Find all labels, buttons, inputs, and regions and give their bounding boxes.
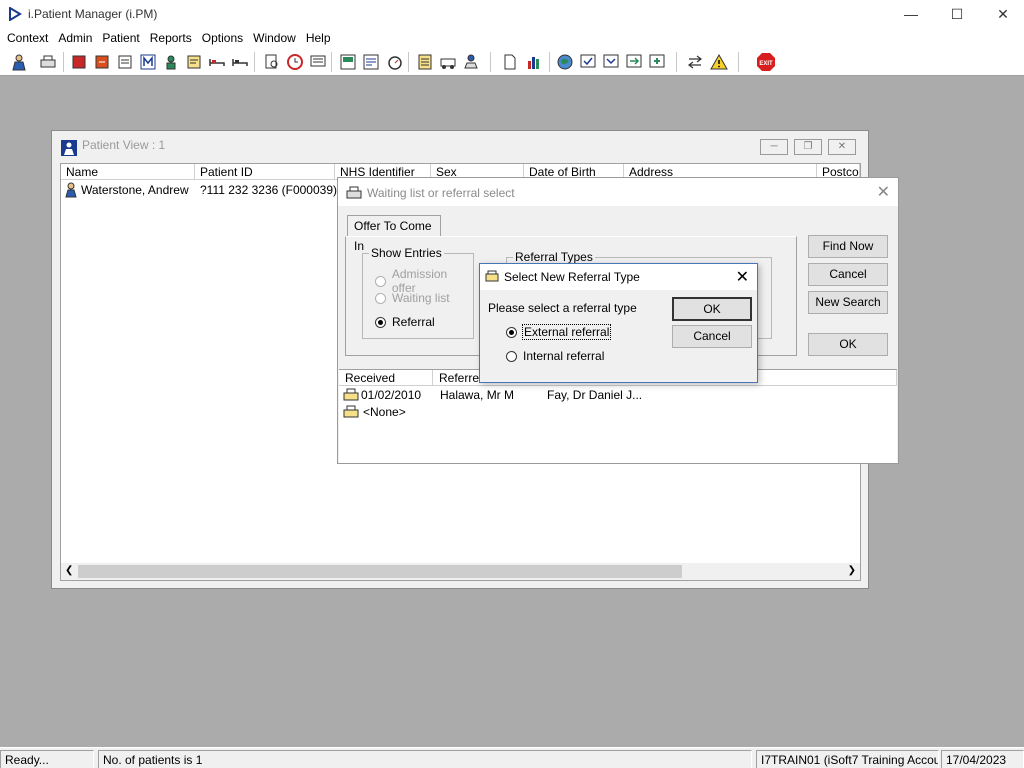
referral-types-label: Referral Types: [513, 250, 595, 264]
globe-icon[interactable]: [555, 52, 575, 72]
radio-referral[interactable]: Referral: [375, 315, 435, 329]
clock-icon[interactable]: [285, 52, 305, 72]
column-header-name[interactable]: Name: [61, 164, 195, 180]
search-doc-icon[interactable]: [262, 52, 282, 72]
select-referral-type-dialog: Select New Referral Type ✕ Please select…: [479, 263, 758, 383]
scroll-left-icon[interactable]: ❮: [65, 565, 73, 576]
patient-id: ?111 232 3236 (F000039): [200, 183, 337, 197]
status-account: I7TRAIN01 (iSoft7 Training Account): [756, 750, 939, 768]
book-icon[interactable]: [69, 52, 89, 72]
arrows-icon[interactable]: [685, 52, 705, 72]
show-entries-group: Show Entries Admission offer Waiting lis…: [362, 246, 474, 339]
ambulance-icon[interactable]: [438, 52, 458, 72]
show-entries-label: Show Entries: [369, 246, 444, 260]
hscroll-thumb[interactable]: [78, 565, 682, 578]
transfer-icon[interactable]: [461, 52, 481, 72]
checklist-add-icon[interactable]: [647, 52, 667, 72]
warning-icon[interactable]: [709, 52, 729, 72]
list-item[interactable]: 01/02/2010 Halawa, Mr M Fay, Dr Daniel J…: [339, 387, 897, 404]
column-header-received[interactable]: Received: [339, 370, 433, 386]
ok-button[interactable]: OK: [808, 333, 888, 356]
patient-icon: [65, 182, 77, 198]
menu-options[interactable]: Options: [197, 28, 248, 48]
status-date: 17/04/2023: [941, 750, 1024, 768]
patient-view-caption: Patient View : 1 ─ ❐ ✕: [52, 131, 868, 159]
referral-type-prompt: Please select a referral type: [488, 301, 637, 315]
cancel-button[interactable]: Cancel: [808, 263, 888, 286]
ok-button[interactable]: OK: [672, 297, 752, 321]
stopwatch-icon[interactable]: [385, 52, 405, 72]
patient-grid-hscrollbar[interactable]: ❮ ❯: [61, 563, 860, 580]
list-item[interactable]: <None>: [339, 404, 897, 421]
checklist-right-icon[interactable]: [624, 52, 644, 72]
menu-help[interactable]: Help: [301, 28, 336, 48]
tab-offer-to-come-in[interactable]: Offer To Come In: [347, 215, 441, 253]
patient-view-restore-button[interactable]: ❐: [794, 139, 822, 155]
menu-context[interactable]: Context: [2, 28, 53, 48]
received-date: <None>: [363, 405, 406, 419]
referral-icon[interactable]: [92, 52, 112, 72]
patient-name: Waterstone, Andrew: [81, 183, 189, 197]
close-icon[interactable]: ✕: [736, 267, 749, 287]
patient-view-icon: [61, 140, 77, 156]
printer-icon: [485, 270, 499, 282]
form-icon[interactable]: [338, 52, 358, 72]
checklist-icon[interactable]: [578, 52, 598, 72]
patient-icon[interactable]: [9, 52, 29, 72]
menu-reports[interactable]: Reports: [145, 28, 197, 48]
printer-icon: [343, 388, 359, 401]
app-titlebar: i.Patient Manager (i.PM) — ☐ ✕: [0, 0, 1024, 28]
scroll-right-icon[interactable]: ❯: [848, 565, 856, 576]
statusbar: Ready... No. of patients is 1 I7TRAIN01 …: [0, 747, 1024, 768]
monitor-icon[interactable]: [308, 52, 328, 72]
letter-m-icon[interactable]: [138, 52, 158, 72]
select-referral-title: Select New Referral Type: [504, 270, 640, 284]
printer-icon[interactable]: [38, 52, 58, 72]
referral-list: Received Referred 01/02/2010 Halawa, Mr …: [339, 369, 897, 463]
close-icon[interactable]: ✕: [877, 182, 890, 202]
printer-icon: [343, 405, 359, 418]
minimize-button[interactable]: —: [888, 0, 934, 28]
document-scan-icon[interactable]: [115, 52, 135, 72]
cancel-button[interactable]: Cancel: [672, 325, 752, 348]
app-title: i.Patient Manager (i.PM): [28, 7, 158, 21]
waiting-list-caption: Waiting list or referral select ✕: [338, 178, 898, 206]
new-search-button[interactable]: New Search: [808, 291, 888, 314]
menubar: Context Admin Patient Reports Options Wi…: [0, 28, 1024, 48]
notes-icon[interactable]: [184, 52, 204, 72]
person-icon[interactable]: [161, 52, 181, 72]
patient-view-title: Patient View : 1: [82, 138, 166, 152]
close-button[interactable]: ✕: [980, 0, 1024, 28]
maximize-button[interactable]: ☐: [934, 0, 980, 28]
radio-external-referral[interactable]: External referral: [506, 324, 612, 340]
printer-icon: [346, 186, 362, 199]
radio-internal-referral[interactable]: Internal referral: [506, 349, 604, 363]
menu-patient[interactable]: Patient: [97, 28, 144, 48]
list-icon[interactable]: [415, 52, 435, 72]
menu-admin[interactable]: Admin: [53, 28, 97, 48]
referred-to: Halawa, Mr M: [440, 388, 515, 402]
form-alt-icon[interactable]: [361, 52, 381, 72]
bed-icon[interactable]: [207, 52, 227, 72]
status-ready: Ready...: [0, 750, 94, 768]
received-date: 01/02/2010: [361, 388, 422, 402]
patient-view-close-button[interactable]: ✕: [828, 139, 856, 155]
status-patient-count: No. of patients is 1: [98, 750, 752, 768]
app-logo-icon: [9, 7, 22, 21]
waiting-list-title: Waiting list or referral select: [367, 186, 515, 200]
toolbar: EXIT: [0, 48, 1024, 76]
patient-view-minimize-button[interactable]: ─: [760, 139, 788, 155]
svg-text:EXIT: EXIT: [759, 61, 773, 67]
select-referral-caption: Select New Referral Type ✕: [480, 264, 757, 290]
bed-alt-icon[interactable]: [230, 52, 250, 72]
radio-waiting-list[interactable]: Waiting list: [375, 291, 450, 305]
checklist-down-icon[interactable]: [601, 52, 621, 72]
column-header-patient-id[interactable]: Patient ID: [195, 164, 335, 180]
referred-by: Fay, Dr Daniel J...: [547, 388, 643, 402]
find-now-button[interactable]: Find Now: [808, 235, 888, 258]
exit-icon[interactable]: EXIT: [756, 52, 776, 72]
bar-chart-icon[interactable]: [524, 52, 544, 72]
menu-window[interactable]: Window: [248, 28, 301, 48]
page-icon[interactable]: [500, 52, 520, 72]
